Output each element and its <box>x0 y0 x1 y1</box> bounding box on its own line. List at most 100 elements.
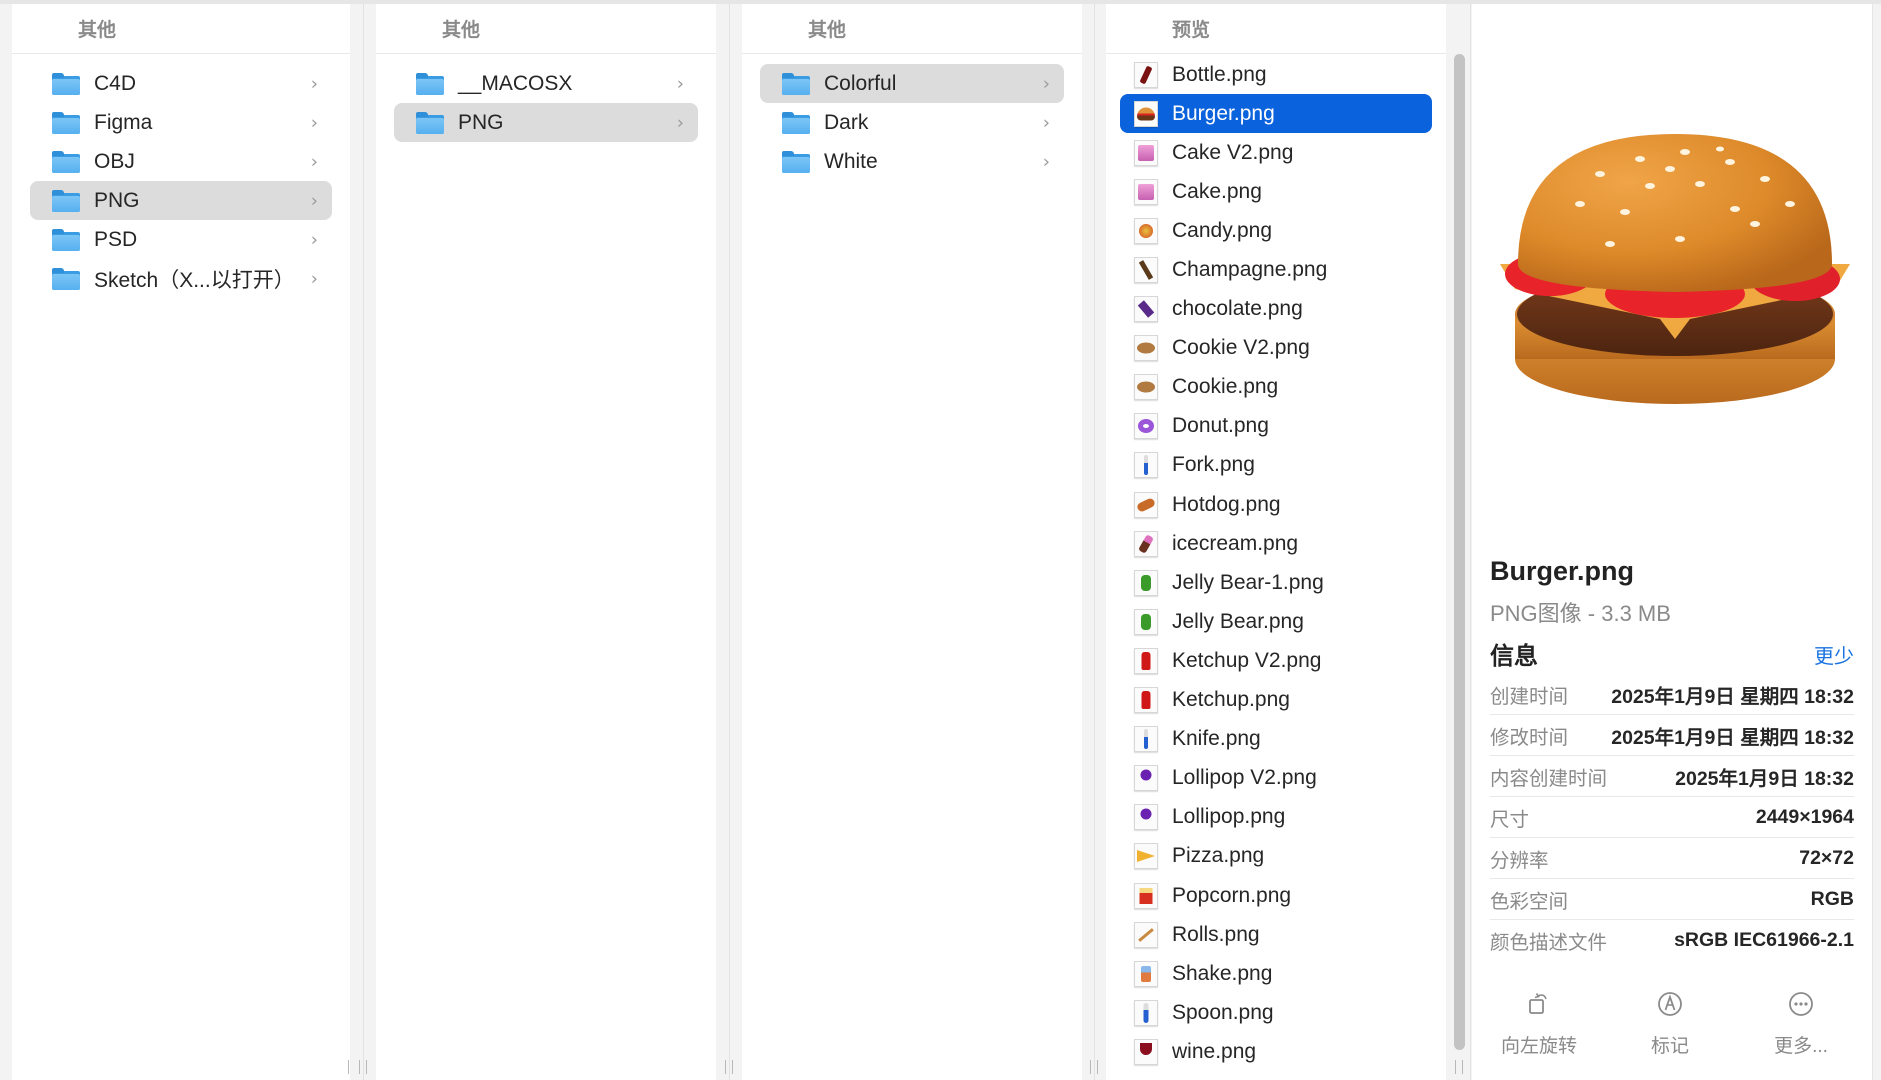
folder-row[interactable]: Dark › <box>760 103 1064 142</box>
grip-icon <box>1090 1060 1098 1074</box>
folder-row[interactable]: PSD › <box>30 220 332 259</box>
folder-icon <box>782 150 810 173</box>
action-label: 向左旋转 <box>1500 1036 1577 1057</box>
metadata-key: 色彩空间 <box>1490 890 1569 913</box>
folder-row[interactable]: PNG › <box>30 181 332 220</box>
column-resize-handle[interactable] <box>348 4 376 1080</box>
chevron-right-icon: › <box>1042 151 1050 172</box>
file-row[interactable]: Cake V2.png <box>1120 133 1432 172</box>
folder-row[interactable]: Colorful › <box>760 64 1064 103</box>
file-row[interactable]: Pizza.png <box>1120 837 1432 876</box>
file-row[interactable]: Knife.png <box>1120 720 1432 759</box>
folder-row[interactable]: __MACOSX › <box>394 64 698 103</box>
markup-icon <box>1658 992 1682 1016</box>
preview-panel: Burger.png PNG图像 - 3.3 MB 信息 更少 创建时间 2025… <box>1472 4 1872 1080</box>
folder-row[interactable]: PNG › <box>394 103 698 142</box>
file-row[interactable]: Champagne.png <box>1120 250 1432 289</box>
file-row[interactable]: Shake.png <box>1120 954 1432 993</box>
cake-icon <box>1134 139 1158 166</box>
folder-icon <box>52 72 80 95</box>
knife-icon <box>1134 726 1158 753</box>
chevron-right-icon: › <box>310 151 318 172</box>
file-name: chocolate.png <box>1172 297 1303 321</box>
file-row[interactable]: Candy.png <box>1120 211 1432 250</box>
column-header: 其他 <box>742 4 1082 54</box>
column-resize-handle[interactable] <box>716 4 742 1080</box>
ketchup-icon <box>1134 647 1158 674</box>
folder-name: Colorful <box>824 71 897 95</box>
file-row[interactable]: Bottle.png <box>1120 55 1432 94</box>
file-name: Cookie.png <box>1172 375 1279 399</box>
file-name: Champagne.png <box>1172 258 1328 282</box>
markup-button[interactable]: 标记 <box>1625 989 1715 1058</box>
file-row[interactable]: Cookie.png <box>1120 368 1432 407</box>
folder-name: OBJ <box>94 149 135 173</box>
file-row[interactable]: Hotdog.png <box>1120 485 1432 524</box>
file-name: Cake V2.png <box>1172 140 1294 164</box>
folder-icon <box>416 111 444 134</box>
file-row[interactable]: Cookie V2.png <box>1120 329 1432 368</box>
folder-name: Sketch（X...以打开） <box>94 268 295 292</box>
chevron-right-icon: › <box>310 229 318 250</box>
browser-column-3: 其他 Colorful › Dark › White › <box>742 4 1082 1080</box>
file-row[interactable]: Donut.png <box>1120 407 1432 446</box>
chevron-right-icon: › <box>310 268 318 289</box>
file-row[interactable]: Ketchup.png <box>1120 681 1432 720</box>
file-name: icecream.png <box>1172 531 1299 555</box>
folder-icon <box>52 267 80 290</box>
column-list: Colorful › Dark › White › <box>742 54 1082 181</box>
file-row[interactable]: Ketchup V2.png <box>1120 641 1432 680</box>
file-row[interactable]: Jelly Bear-1.png <box>1120 563 1432 602</box>
folder-row[interactable]: Sketch（X...以打开） › <box>30 259 332 298</box>
hotdog-icon <box>1134 491 1158 518</box>
metadata-key: 内容创建时间 <box>1490 767 1608 790</box>
folder-row[interactable]: OBJ › <box>30 142 332 181</box>
file-name: Candy.png <box>1172 218 1273 242</box>
action-label: 更多... <box>1774 1036 1828 1057</box>
file-row[interactable]: Spoon.png <box>1120 993 1432 1032</box>
file-row[interactable]: Rolls.png <box>1120 915 1432 954</box>
folder-icon <box>782 72 810 95</box>
folder-icon <box>52 189 80 212</box>
file-name: Cookie V2.png <box>1172 336 1310 360</box>
file-row[interactable]: icecream.png <box>1120 524 1432 563</box>
rotate-left-button[interactable]: 向左旋转 <box>1494 989 1584 1058</box>
metadata-value: 2025年1月9日 星期四 18:32 <box>1611 685 1854 708</box>
file-row[interactable]: Burger.png <box>1120 94 1432 134</box>
column-header: 其他 <box>12 4 350 54</box>
fork-icon <box>1134 452 1158 479</box>
folder-row[interactable]: C4D › <box>30 64 332 103</box>
file-name: Burger.png <box>1172 101 1275 125</box>
file-name: Cake.png <box>1172 179 1262 203</box>
folder-row[interactable]: White › <box>760 142 1064 181</box>
folder-name: PSD <box>94 227 138 251</box>
show-less-link[interactable]: 更少 <box>1814 640 1854 669</box>
grip-icon <box>359 1060 367 1074</box>
file-row[interactable]: Popcorn.png <box>1120 876 1432 915</box>
file-row[interactable]: Jelly Bear.png <box>1120 602 1432 641</box>
more-button[interactable]: 更多... <box>1756 989 1846 1058</box>
scrollbar-thumb[interactable] <box>1454 54 1465 1050</box>
metadata-value: 72×72 <box>1799 846 1854 869</box>
file-name: Rolls.png <box>1172 922 1260 946</box>
pizza-icon <box>1134 843 1158 870</box>
file-row[interactable]: Cake.png <box>1120 172 1432 211</box>
column-header: 其他 <box>376 4 716 54</box>
file-row[interactable]: Fork.png <box>1120 446 1432 485</box>
browser-column-1: 其他 C4D › Figma › OBJ › PNG › PSD › Sketch（X...以打开）… <box>12 4 350 1080</box>
chevron-right-icon: › <box>676 73 684 94</box>
metadata-value: RGB <box>1810 887 1854 910</box>
jelly-bear-icon <box>1134 569 1158 596</box>
file-row[interactable]: Lollipop.png <box>1120 798 1432 837</box>
grip-icon <box>725 1060 733 1074</box>
file-row[interactable]: chocolate.png <box>1120 290 1432 329</box>
folder-row[interactable]: Figma › <box>30 103 332 142</box>
column-resize-handle[interactable] <box>1082 4 1106 1080</box>
metadata-row: 修改时间 2025年1月9日 星期四 18:32 <box>1490 715 1854 756</box>
burger-preview-image <box>1500 134 1850 404</box>
folder-icon <box>52 150 80 173</box>
ketchup-icon <box>1134 687 1158 714</box>
file-row[interactable]: Lollipop V2.png <box>1120 759 1432 798</box>
file-list-scrollbar[interactable] <box>1452 54 1466 1054</box>
file-row[interactable]: wine.png <box>1120 1032 1432 1071</box>
